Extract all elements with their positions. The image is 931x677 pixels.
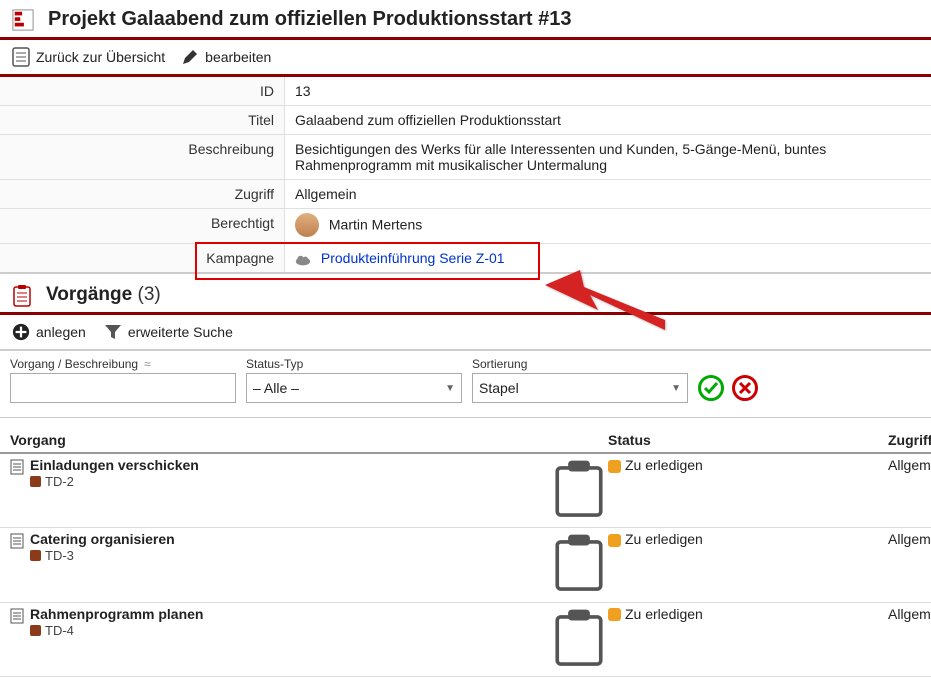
zugriff-text: Allgemein <box>888 457 931 473</box>
title-value: Galaabend zum offiziellen Produktionssta… <box>285 106 931 134</box>
vorgang-title: Einladungen verschicken <box>30 457 199 473</box>
pencil-icon <box>181 48 199 66</box>
authorized-value: Martin Mertens <box>285 209 931 243</box>
page-header: Projekt Galaabend zum offiziellen Produk… <box>0 0 931 40</box>
advanced-search-label: erweiterte Suche <box>128 324 233 340</box>
main-toolbar: Zurück zur Übersicht bearbeiten <box>0 40 931 77</box>
priority-badge <box>30 550 41 561</box>
table-header: Vorgang Status Zugriff <box>0 428 931 454</box>
document-icon <box>10 533 24 549</box>
back-button[interactable]: Zurück zur Übersicht <box>12 48 165 66</box>
col-zugriff: Zugriff <box>888 432 931 448</box>
campaign-icon <box>295 253 311 265</box>
chevron-down-icon: ▼ <box>445 383 455 394</box>
document-icon <box>10 459 24 475</box>
status-badge <box>608 534 621 547</box>
access-label: Zugriff <box>0 180 285 208</box>
advanced-search-button[interactable]: erweiterte Suche <box>104 323 233 341</box>
clipboard-icon[interactable] <box>550 509 608 525</box>
campaign-value: Produkteinführung Serie Z-01 <box>285 244 931 272</box>
vorgang-id: TD-4 <box>45 623 74 638</box>
vorgang-title: Catering organisieren <box>30 531 175 547</box>
status-badge <box>608 608 621 621</box>
vorgang-title: Rahmenprogramm planen <box>30 606 203 622</box>
clipboard-icon <box>12 284 32 306</box>
priority-badge <box>30 625 41 636</box>
description-value: Besichtigungen des Werks für alle Intere… <box>285 135 931 179</box>
description-label: Beschreibung <box>0 135 285 179</box>
create-label: anlegen <box>36 324 86 340</box>
campaign-link[interactable]: Produkteinführung Serie Z-01 <box>321 250 505 266</box>
status-text: Zu erledigen <box>625 457 703 473</box>
sort-filter-select[interactable]: Stapel▼ <box>472 373 688 403</box>
project-icon <box>12 9 34 31</box>
title-label: Titel <box>0 106 285 134</box>
sort-filter-label: Sortierung <box>472 357 688 371</box>
table-row[interactable]: Einladungen verschicken TD-2 Zu erledige… <box>0 454 931 528</box>
col-status: Status <box>608 432 888 448</box>
vorgang-filter-input[interactable] <box>10 373 236 403</box>
page-title: Projekt Galaabend zum offiziellen Produk… <box>48 8 571 31</box>
section-count: (3) <box>138 284 161 305</box>
vorgang-id: TD-3 <box>45 548 74 563</box>
vorgang-filter-label: Vorgang / Beschreibung≈ <box>10 357 236 371</box>
filter-row: Vorgang / Beschreibung≈ Status-Typ – All… <box>0 351 931 418</box>
access-value: Allgemein <box>285 180 931 208</box>
list-icon <box>12 48 30 66</box>
vorgang-table: Vorgang Status Zugriff Einladungen versc… <box>0 428 931 677</box>
back-label: Zurück zur Übersicht <box>36 49 165 65</box>
edit-label: bearbeiten <box>205 49 271 65</box>
clear-filter-button[interactable] <box>732 375 758 401</box>
details-panel: ID 13 Titel Galaabend zum offiziellen Pr… <box>0 77 931 274</box>
authorized-name: Martin Mertens <box>329 217 422 233</box>
apply-filter-button[interactable] <box>698 375 724 401</box>
table-row[interactable]: Catering organisieren TD-3 Zu erledigen … <box>0 528 931 602</box>
create-button[interactable]: anlegen <box>12 323 86 341</box>
col-vorgang: Vorgang <box>10 432 550 448</box>
status-badge <box>608 460 621 473</box>
id-label: ID <box>0 77 285 105</box>
campaign-label: Kampagne <box>0 244 285 272</box>
priority-badge <box>30 476 41 487</box>
section-title: Vorgänge <box>46 284 132 305</box>
edit-button[interactable]: bearbeiten <box>181 48 271 66</box>
zugriff-text: Allgemein <box>888 531 931 547</box>
status-text: Zu erledigen <box>625 531 703 547</box>
section-header: Vorgänge (3) <box>0 274 931 315</box>
status-text: Zu erledigen <box>625 606 703 622</box>
authorized-label: Berechtigt <box>0 209 285 243</box>
avatar <box>295 213 319 237</box>
status-filter-select[interactable]: – Alle –▼ <box>246 373 462 403</box>
zugriff-text: Allgemein <box>888 606 931 622</box>
table-row[interactable]: Rahmenprogramm planen TD-4 Zu erledigen … <box>0 603 931 677</box>
id-value: 13 <box>285 77 931 105</box>
sub-toolbar: anlegen erweiterte Suche <box>0 315 931 351</box>
plus-circle-icon <box>12 323 30 341</box>
clipboard-icon[interactable] <box>550 658 608 674</box>
clipboard-icon[interactable] <box>550 584 608 600</box>
vorgang-id: TD-2 <box>45 474 74 489</box>
document-icon <box>10 608 24 624</box>
status-filter-label: Status-Typ <box>246 357 462 371</box>
funnel-icon <box>104 323 122 341</box>
chevron-down-icon: ▼ <box>671 383 681 394</box>
